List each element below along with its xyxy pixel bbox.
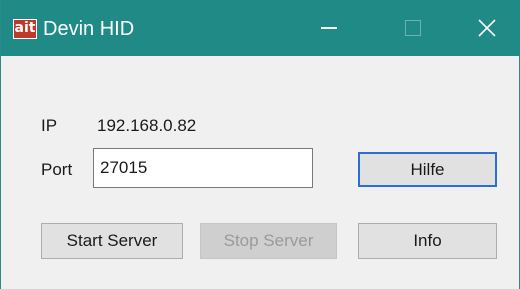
start-server-button[interactable]: Start Server [41,223,183,259]
close-icon [478,19,496,37]
port-label: Port [41,160,73,179]
minimize-button[interactable] [299,0,359,56]
app-window: ait Devin HID IP 192.168.0.82 Port Hilfe… [0,0,520,289]
maximize-button[interactable] [383,0,443,56]
info-button[interactable]: Info [358,223,497,259]
app-logo-icon: ait [13,19,37,39]
title-bar[interactable]: ait Devin HID [1,0,520,56]
window-title: Devin HID [43,18,135,40]
minimize-icon [321,27,337,29]
close-button[interactable] [457,0,517,56]
ip-label: IP [41,116,58,135]
ip-value: 192.168.0.82 [97,116,197,135]
hilfe-button[interactable]: Hilfe [358,152,497,187]
stop-server-button[interactable]: Stop Server [200,223,337,259]
maximize-icon [405,20,421,36]
port-input[interactable] [93,148,313,188]
